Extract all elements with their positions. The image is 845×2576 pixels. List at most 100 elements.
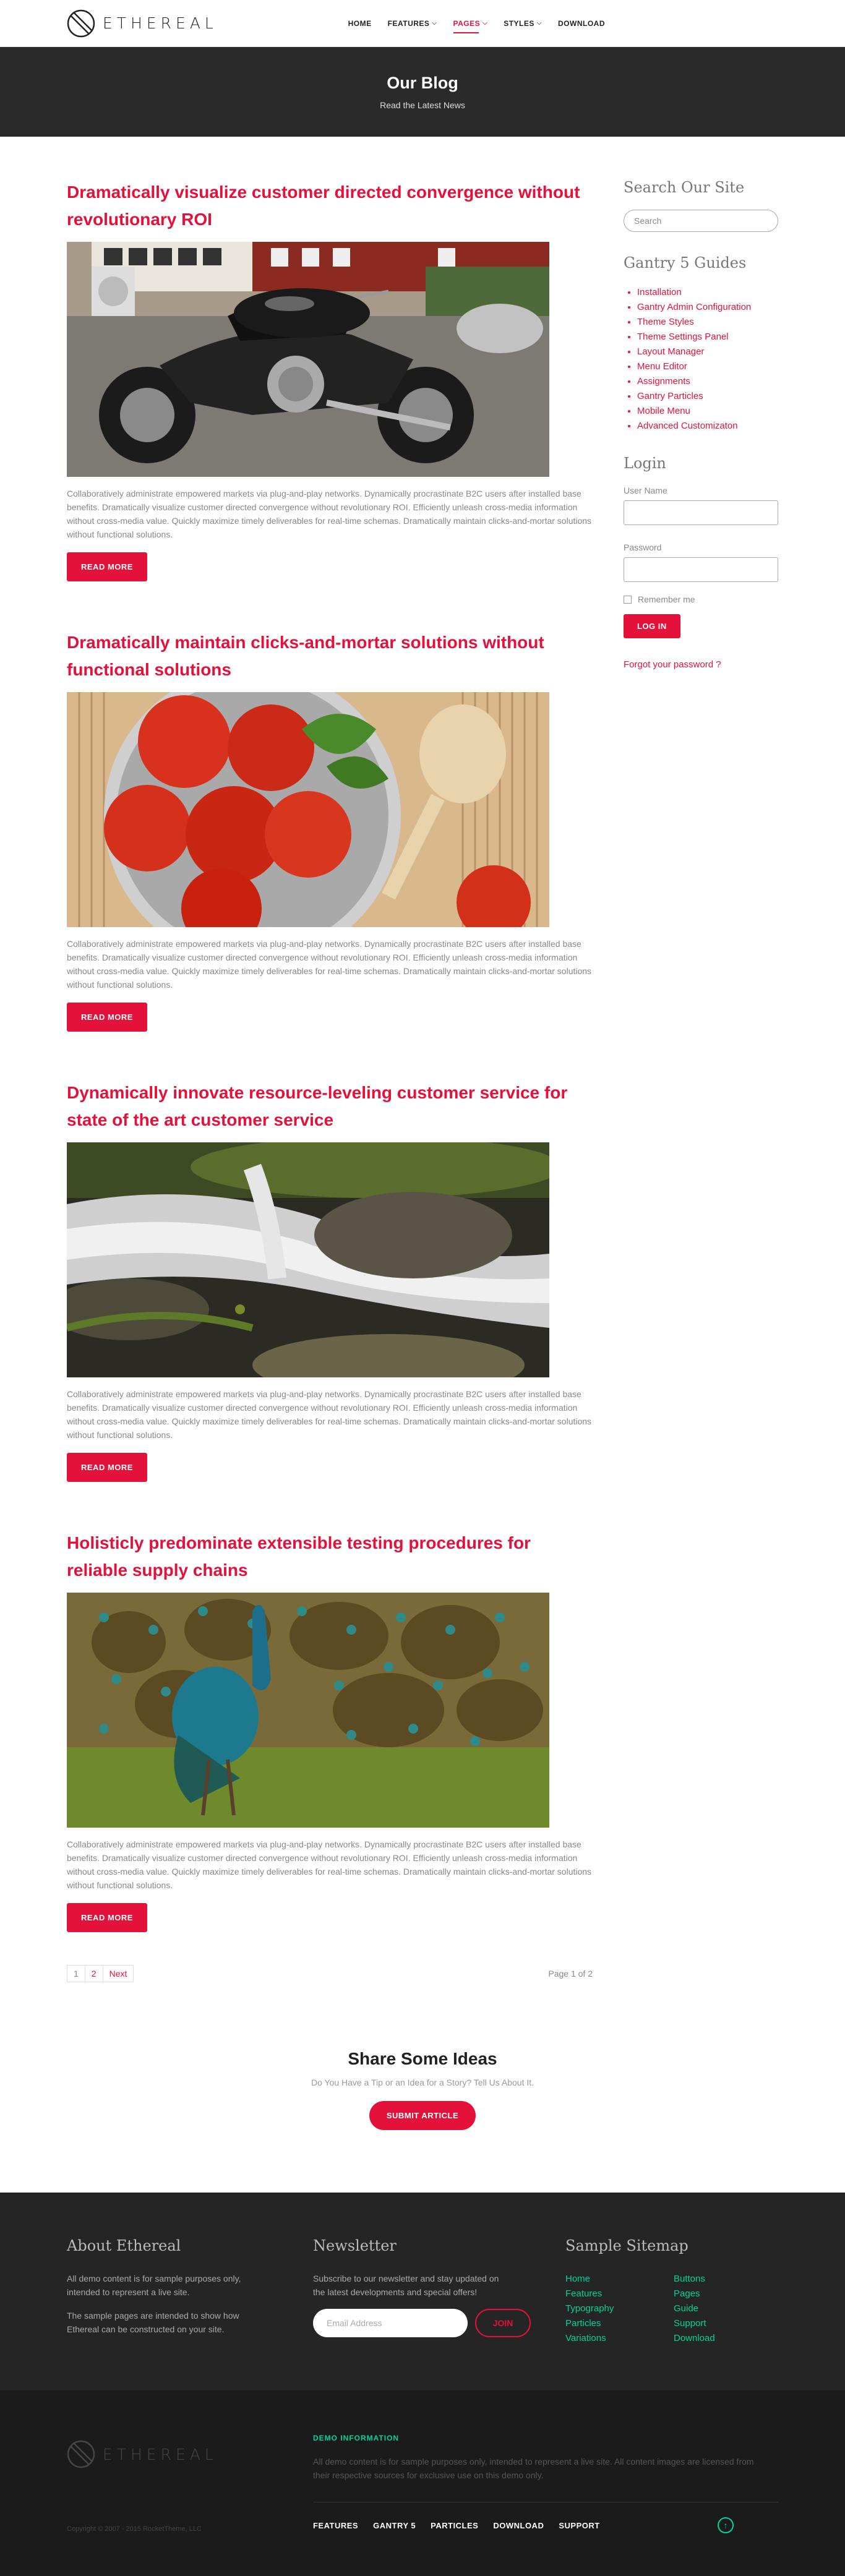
peacock-image (67, 1593, 549, 1828)
newsletter-title: Newsletter (313, 2237, 397, 2254)
logo-icon (67, 9, 95, 37)
nav-pages[interactable]: PAGES ⌵ (453, 0, 488, 47)
bottom-link-particles[interactable]: PARTICLES (431, 2521, 478, 2530)
guide-link[interactable]: Mobile Menu (637, 404, 778, 419)
nav-features[interactable]: FEATURES ⌵ (388, 0, 437, 47)
chevron-down-icon: ⌵ (536, 20, 542, 27)
guide-link[interactable]: Advanced Customizaton (637, 419, 778, 434)
guide-link[interactable]: Installation (637, 285, 778, 300)
page-link-2[interactable]: 2 (84, 1965, 103, 1982)
guides-title: Gantry 5 Guides (624, 254, 747, 272)
guide-link[interactable]: Assignments (637, 374, 778, 389)
read-more-button[interactable]: READ MORE (67, 1453, 147, 1482)
read-more-button[interactable]: READ MORE (67, 552, 147, 581)
article-excerpt: Collaboratively administrate empowered m… (67, 489, 592, 539)
guide-link[interactable]: Layout Manager (637, 344, 778, 359)
page-links: 1 2 Next (67, 1965, 134, 1982)
newsletter-text: Subscribe to our newsletter and stay upd… (313, 2274, 499, 2297)
logo-icon (67, 2440, 95, 2468)
login-title: Login (624, 455, 666, 472)
submit-article-button[interactable]: SUBMIT ARTICLE (369, 2101, 476, 2130)
password-field[interactable] (624, 557, 778, 582)
nav-home[interactable]: HOME (348, 0, 372, 47)
share-title: Share Some Ideas (348, 2049, 497, 2068)
guide-link[interactable]: Gantry Particles (637, 389, 778, 404)
sitemap-link[interactable]: Buttons (674, 2272, 748, 2287)
about-text: All demo content is for sample purposes … (67, 2274, 241, 2297)
page-next[interactable]: Next (102, 1965, 134, 1982)
email-field[interactable]: Email Address (313, 2309, 468, 2337)
bottom-link-download[interactable]: DOWNLOAD (493, 2521, 544, 2530)
sitemap-link[interactable]: Support (674, 2316, 748, 2331)
sitemap-links: Home Features Typography Particles Varia… (565, 2272, 748, 2346)
sitemap-link[interactable]: Features (565, 2287, 674, 2301)
newsletter-form: Email Address JOIN (313, 2309, 565, 2337)
footer-logo[interactable]: ETHEREAL (67, 2440, 313, 2468)
read-more-button[interactable]: READ MORE (67, 1903, 147, 1932)
remember-checkbox[interactable] (624, 595, 632, 604)
site-header: ETHEREAL HOME FEATURES ⌵ PAGES ⌵ STYLES ⌵ D… (0, 0, 845, 47)
article-excerpt: Collaboratively administrate empowered m… (67, 939, 592, 990)
chevron-down-icon: ⌵ (432, 20, 437, 27)
sitemap-link[interactable]: Home (565, 2272, 674, 2287)
read-more-button[interactable]: READ MORE (67, 1003, 147, 1032)
nav-styles[interactable]: STYLES ⌵ (504, 0, 542, 47)
guide-link[interactable]: Menu Editor (637, 359, 778, 374)
page-hero: Our Blog Read the Latest News (0, 47, 845, 137)
bottom-bar: ETHEREAL DEMO INFORMATION All demo conte… (0, 2390, 845, 2576)
bottom-link-features[interactable]: FEATURES (313, 2521, 358, 2530)
join-button[interactable]: JOIN (475, 2309, 531, 2337)
search-input[interactable]: Search (624, 210, 778, 232)
footer: About Ethereal All demo content is for s… (0, 2193, 845, 2390)
bottom-link-support[interactable]: SUPPORT (559, 2521, 599, 2530)
sitemap-link[interactable]: Download (674, 2331, 748, 2346)
about-title: About Ethereal (67, 2237, 181, 2254)
username-field[interactable] (624, 500, 778, 525)
pagination: 1 2 Next Page 1 of 2 (67, 1965, 593, 1982)
sitemap-title: Sample Sitemap (565, 2237, 688, 2254)
waterfall-image (67, 1142, 549, 1377)
chevron-down-icon: ⌵ (483, 20, 488, 27)
footer-about: About Ethereal All demo content is for s… (67, 2237, 313, 2390)
blog-list: Dramatically visualize customer directed… (67, 179, 593, 1982)
username-label: User Name (624, 486, 667, 495)
share-subtitle: Do You Have a Tip or an Idea for a Story… (311, 2077, 534, 2087)
motorcycle-image (67, 242, 549, 477)
back-to-top-icon[interactable]: ↑ (718, 2517, 734, 2533)
page-subtitle: Read the Latest News (380, 100, 465, 110)
tomatoes-image (67, 692, 549, 927)
blog-article: Dynamically innovate resource-leveling c… (67, 1079, 593, 1530)
guide-link[interactable]: Theme Styles (637, 315, 778, 330)
nav-download[interactable]: DOWNLOAD (558, 0, 605, 47)
article-title[interactable]: Dramatically maintain clicks-and-mortar … (67, 629, 593, 683)
article-excerpt: Collaboratively administrate empowered m… (67, 1389, 592, 1440)
main-area: Dramatically visualize customer directed… (0, 179, 845, 1982)
footer-sitemap: Sample Sitemap Home Features Typography … (565, 2237, 748, 2390)
sitemap-link[interactable]: Particles (565, 2316, 674, 2331)
page-title: Our Blog (387, 74, 458, 92)
bottom-top: ETHEREAL DEMO INFORMATION All demo conte… (67, 2390, 778, 2502)
login-button[interactable]: LOG IN (624, 614, 680, 638)
bottom-link-gantry[interactable]: GANTRY 5 (373, 2521, 416, 2530)
logo-text: ETHEREAL (103, 2445, 218, 2463)
guide-link[interactable]: Theme Settings Panel (637, 330, 778, 344)
site-logo[interactable]: ETHEREAL (67, 9, 218, 38)
sitemap-link[interactable]: Guide (674, 2301, 748, 2316)
demo-info: DEMO INFORMATION All demo content is for… (313, 2434, 758, 2502)
search-title: Search Our Site (624, 179, 745, 196)
forgot-password-link[interactable]: Forgot your password ? (624, 659, 778, 670)
guide-link[interactable]: Gantry Admin Configuration (637, 300, 778, 315)
footer-newsletter: Newsletter Subscribe to our newsletter a… (313, 2237, 565, 2390)
page-link-1[interactable]: 1 (67, 1965, 85, 1982)
blog-article: Holisticly predominate extensible testin… (67, 1530, 593, 1980)
sitemap-link[interactable]: Pages (674, 2287, 748, 2301)
remember-me: Remember me (624, 594, 778, 604)
sitemap-link[interactable]: Variations (565, 2331, 674, 2346)
sitemap-link[interactable]: Typography (565, 2301, 674, 2316)
article-title[interactable]: Holisticly predominate extensible testin… (67, 1530, 593, 1584)
copyright: Copyright © 2007 - 2015 RocketTheme, LLC (67, 2525, 202, 2533)
article-title[interactable]: Dynamically innovate resource-leveling c… (67, 1079, 593, 1134)
article-title[interactable]: Dramatically visualize customer directed… (67, 179, 593, 233)
sidebar: Search Our Site Search Gantry 5 Guides I… (624, 179, 778, 1982)
blog-article: Dramatically visualize customer directed… (67, 179, 593, 629)
